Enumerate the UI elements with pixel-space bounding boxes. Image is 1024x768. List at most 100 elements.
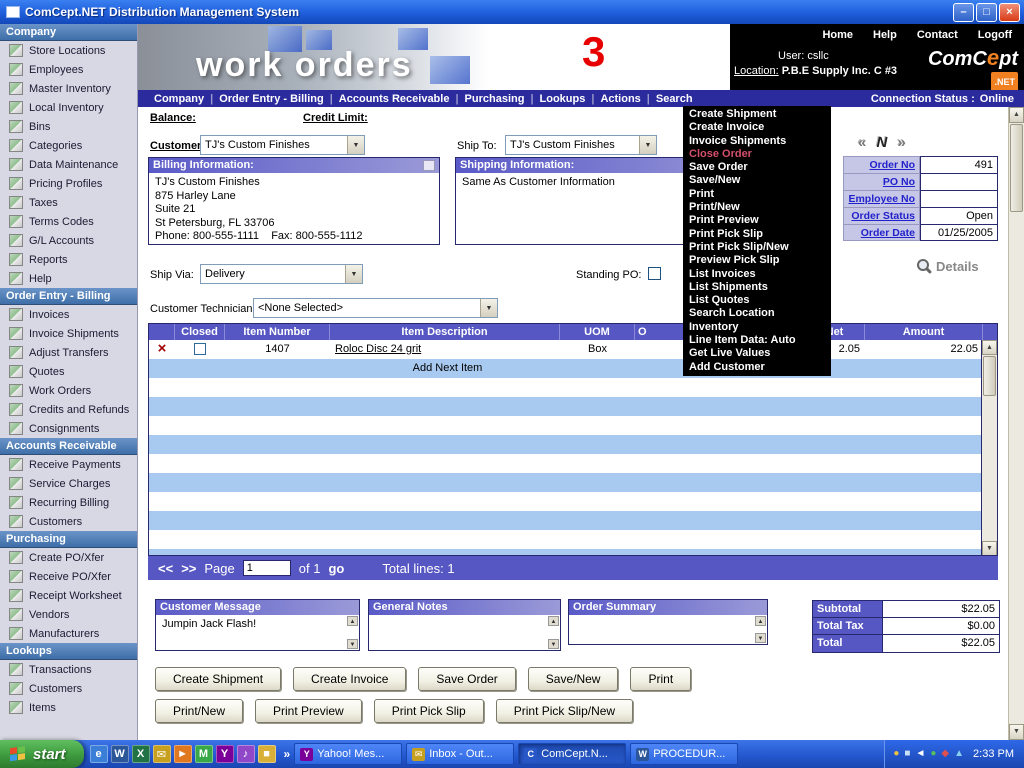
sidebar-item-items[interactable]: Items — [0, 698, 137, 717]
scroll-down-icon[interactable]: ▼ — [347, 639, 358, 649]
prev-record-icon[interactable]: « — [858, 134, 869, 151]
scroll-down-icon[interactable]: ▼ — [982, 541, 997, 556]
actions-menu-item-add-customer[interactable]: Add Customer — [683, 361, 831, 374]
customer-label[interactable]: Customer: — [150, 140, 205, 152]
quick-launch-more-icon[interactable]: » — [282, 747, 293, 761]
messenger-icon[interactable]: M — [195, 745, 213, 763]
sidebar-item-adjust-transfers[interactable]: Adjust Transfers — [0, 343, 137, 362]
button-create-invoice[interactable]: Create Invoice — [293, 667, 406, 691]
sidebar-item-bins[interactable]: Bins — [0, 117, 137, 136]
scroll-down-icon[interactable]: ▼ — [755, 633, 766, 643]
sidebar-item-pricing-profiles[interactable]: Pricing Profiles — [0, 174, 137, 193]
ship-to-select[interactable]: TJ's Custom Finishes ▼ — [505, 135, 657, 155]
chevron-down-icon[interactable]: ▼ — [639, 136, 656, 154]
sidebar-item-receive-po-xfer[interactable]: Receive PO/Xfer — [0, 567, 137, 586]
customer-select[interactable]: TJ's Custom Finishes ▼ — [200, 135, 365, 155]
chevron-down-icon[interactable]: ▼ — [347, 136, 364, 154]
internet-explorer-icon[interactable]: e — [90, 745, 108, 763]
actions-menu-item-print-preview[interactable]: Print Preview — [683, 214, 831, 227]
ship-via-select[interactable]: Delivery ▼ — [200, 264, 363, 284]
taskbar-task-procedur[interactable]: WPROCEDUR... — [630, 743, 738, 765]
column-header-uom[interactable]: UOM — [560, 324, 635, 340]
sidebar-item-quotes[interactable]: Quotes — [0, 362, 137, 381]
sidebar-item-taxes[interactable]: Taxes — [0, 193, 137, 212]
antivirus-tray-icon[interactable]: ● — [893, 747, 899, 761]
maximize-button[interactable]: □ — [976, 3, 997, 22]
next-record-icon[interactable]: » — [898, 134, 909, 151]
scroll-up-icon[interactable]: ▲ — [548, 616, 559, 626]
details-button[interactable]: Details — [916, 258, 979, 274]
customer-message-content[interactable]: Jumpin Jack Flash! ▲ ▼ — [156, 615, 359, 650]
menubar-item-lookups[interactable]: Lookups — [534, 93, 592, 105]
order-field-label-order-date[interactable]: Order Date — [843, 224, 920, 241]
sidebar-item-store-locations[interactable]: Store Locations — [0, 41, 137, 60]
sidebar-item-service-charges[interactable]: Service Charges — [0, 474, 137, 493]
sidebar-section-company[interactable]: Company — [0, 24, 137, 41]
clock-tray-icon[interactable]: ▲ — [954, 747, 964, 761]
sidebar-item-create-po-xfer[interactable]: Create PO/Xfer — [0, 548, 137, 567]
actions-menu-item-search-location[interactable]: Search Location — [683, 307, 831, 320]
actions-menu-item-get-live-values[interactable]: Get Live Values — [683, 347, 831, 360]
location-label[interactable]: Location: — [734, 65, 779, 77]
menubar-item-search[interactable]: Search — [650, 93, 699, 105]
sidebar-section-lookups[interactable]: Lookups — [0, 643, 137, 660]
menubar-item-accounts-receivable[interactable]: Accounts Receivable — [333, 93, 456, 105]
sidebar-section-accounts-receivable[interactable]: Accounts Receivable — [0, 438, 137, 455]
network-tray-icon[interactable]: ■ — [904, 747, 910, 761]
next-page-button[interactable]: >> — [181, 561, 196, 576]
yahoo-icon[interactable]: Y — [216, 745, 234, 763]
sidebar-item-recurring-billing[interactable]: Recurring Billing — [0, 493, 137, 512]
sidebar-item-customers[interactable]: Customers — [0, 512, 137, 531]
sidebar-item-manufacturers[interactable]: Manufacturers — [0, 624, 137, 643]
button-print-pick-slip[interactable]: Print Pick Slip — [374, 699, 484, 723]
button-print-new[interactable]: Print/New — [155, 699, 243, 723]
go-button[interactable]: go — [328, 561, 344, 576]
actions-menu-item-inventory[interactable]: Inventory — [683, 321, 831, 334]
actions-menu-item-list-invoices[interactable]: List Invoices — [683, 268, 831, 281]
notepad-icon[interactable] — [423, 160, 435, 171]
sidebar-item-invoice-shipments[interactable]: Invoice Shipments — [0, 324, 137, 343]
actions-menu-item-preview-pick-slip[interactable]: Preview Pick Slip — [683, 254, 831, 267]
column-header-amount[interactable]: Amount — [865, 324, 983, 340]
order-field-label-po-no[interactable]: PO No — [843, 173, 920, 190]
prev-page-button[interactable]: << — [158, 561, 173, 576]
nav-link-help[interactable]: Help — [873, 29, 897, 41]
actions-menu-item-print-pick-slip-new[interactable]: Print Pick Slip/New — [683, 241, 831, 254]
sidebar-item-consignments[interactable]: Consignments — [0, 419, 137, 438]
standing-po-checkbox[interactable] — [648, 267, 661, 280]
page-input[interactable] — [243, 560, 291, 576]
button-save-new[interactable]: Save/New — [528, 667, 619, 691]
taskbar-task-inbox-out[interactable]: ✉Inbox - Out... — [406, 743, 514, 765]
media-player-icon[interactable]: ► — [174, 745, 192, 763]
actions-menu-item-invoice-shipments[interactable]: Invoice Shipments — [683, 135, 831, 148]
menubar-item-order-entry-billing[interactable]: Order Entry - Billing — [213, 93, 330, 105]
nav-link-contact[interactable]: Contact — [917, 29, 958, 41]
order-summary-content[interactable]: ▲ ▼ — [569, 615, 767, 644]
outlook-icon[interactable]: ✉ — [153, 745, 171, 763]
actions-menu-item-line-item-data-auto[interactable]: Line Item Data: Auto — [683, 334, 831, 347]
column-header-closed[interactable]: Closed — [175, 324, 225, 340]
sidebar-item-master-inventory[interactable]: Master Inventory — [0, 79, 137, 98]
scroll-up-icon[interactable]: ▲ — [982, 340, 997, 355]
scroll-down-icon[interactable]: ▼ — [548, 639, 559, 649]
column-header-item-number[interactable]: Item Number — [225, 324, 330, 340]
chevron-down-icon[interactable]: ▼ — [345, 265, 362, 283]
scroll-down-icon[interactable]: ▼ — [1009, 724, 1024, 740]
actions-menu-item-save-order[interactable]: Save Order — [683, 161, 831, 174]
scroll-up-icon[interactable]: ▲ — [755, 616, 766, 626]
sidebar-item-categories[interactable]: Categories — [0, 136, 137, 155]
sidebar-item-transactions[interactable]: Transactions — [0, 660, 137, 679]
column-header-item-description[interactable]: Item Description — [330, 324, 560, 340]
chevron-down-icon[interactable]: ▼ — [480, 299, 497, 317]
close-button[interactable]: × — [999, 3, 1020, 22]
sidebar-item-receive-payments[interactable]: Receive Payments — [0, 455, 137, 474]
folder-icon[interactable]: ■ — [258, 745, 276, 763]
minimize-button[interactable]: – — [953, 3, 974, 22]
page-scrollbar[interactable]: ▲ ▼ — [1008, 107, 1024, 740]
actions-menu-item-print-new[interactable]: Print/New — [683, 201, 831, 214]
volume-tray-icon[interactable]: ◄ — [915, 747, 925, 761]
menubar-item-purchasing[interactable]: Purchasing — [459, 93, 531, 105]
sidebar-section-purchasing[interactable]: Purchasing — [0, 531, 137, 548]
sidebar-item-help[interactable]: Help — [0, 269, 137, 288]
delete-row-icon[interactable]: × — [158, 340, 167, 357]
